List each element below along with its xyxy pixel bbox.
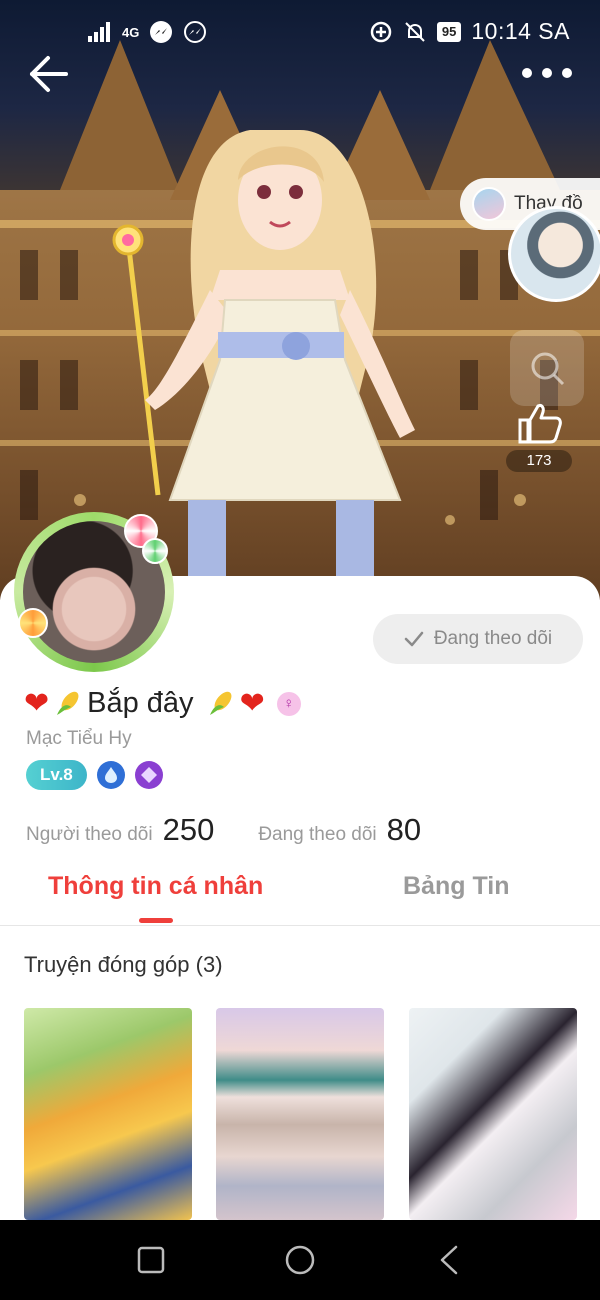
checkmark-icon	[404, 631, 424, 647]
messenger-outline-icon	[184, 21, 207, 43]
followers-count[interactable]: 250	[163, 812, 215, 848]
tab-news-feed[interactable]: Bảng Tin	[403, 872, 509, 901]
display-name-row: ❤ Bắp đây ❤ ♀	[24, 686, 301, 721]
active-tab-indicator	[139, 918, 173, 923]
following-count[interactable]: 80	[387, 812, 421, 848]
cover-image: 4G 95 10:14 SA Thay đồ 173	[0, 0, 600, 600]
character-avatar	[112, 130, 415, 580]
battery-icon: 95	[436, 21, 462, 42]
tab-personal-info[interactable]: Thông tin cá nhân	[48, 872, 263, 901]
corn-icon	[209, 691, 231, 715]
back-triangle-icon[interactable]	[434, 1244, 466, 1276]
story-cover-3[interactable]	[409, 1008, 577, 1220]
candy-decoration-icon	[18, 608, 48, 638]
contributions-title: Truyện đóng góp (3)	[24, 952, 223, 977]
following-label[interactable]: Đang theo dõi	[258, 824, 376, 846]
mute-bell-icon	[405, 21, 425, 42]
dot-icon	[522, 68, 532, 78]
signal-icon	[88, 22, 110, 42]
following-button[interactable]: Đang theo dõi	[373, 614, 583, 664]
outfit-avatar-thumbnail	[472, 187, 506, 221]
status-right: 95 10:14 SA	[369, 18, 570, 45]
story-cover-1[interactable]	[24, 1008, 192, 1220]
display-name: Bắp đây	[87, 687, 194, 719]
blue-flame-badge-icon[interactable]	[96, 761, 125, 789]
thumbs-up-icon[interactable]	[516, 400, 564, 446]
corn-icon	[57, 691, 79, 715]
following-button-label: Đang theo dõi	[433, 628, 553, 649]
more-options-button[interactable]	[522, 58, 572, 88]
search-button[interactable]	[510, 330, 584, 406]
level-badge[interactable]: Lv.8	[26, 760, 87, 790]
search-icon	[531, 352, 565, 386]
stats-row: Người theo dõi 250 Đang theo dõi 80	[26, 812, 421, 848]
back-arrow-icon[interactable]	[26, 50, 74, 98]
female-gender-icon: ♀	[276, 691, 301, 716]
status-bar: 4G 95 10:14 SA	[0, 0, 600, 64]
badge-row: Lv.8	[26, 760, 163, 790]
story-cover-2[interactable]	[216, 1008, 384, 1220]
gem-icon	[140, 767, 157, 783]
contribution-list	[24, 1008, 584, 1220]
network-type: 4G	[122, 24, 140, 40]
purple-gem-badge-icon[interactable]	[134, 761, 163, 789]
recent-apps-icon[interactable]	[135, 1244, 167, 1276]
profile-tabs: Thông tin cá nhân Bảng Tin	[0, 860, 600, 926]
data-saver-icon	[370, 21, 392, 42]
like-count: 173	[506, 450, 572, 472]
messenger-icon	[150, 21, 173, 43]
flame-icon	[104, 767, 117, 783]
followers-label[interactable]: Người theo dõi	[26, 824, 153, 846]
heart-icon: ❤	[24, 687, 50, 720]
friend-portrait[interactable]	[508, 206, 600, 302]
status-left: 4G	[88, 20, 207, 44]
clock: 10:14 SA	[471, 18, 570, 44]
candy-decoration-icon	[142, 538, 168, 564]
system-navigation-bar	[0, 1220, 600, 1300]
dot-icon	[562, 68, 572, 78]
dot-icon	[542, 68, 552, 78]
heart-icon: ❤	[239, 687, 265, 720]
home-icon[interactable]	[284, 1244, 316, 1276]
username: Mạc Tiểu Hy	[26, 728, 132, 749]
